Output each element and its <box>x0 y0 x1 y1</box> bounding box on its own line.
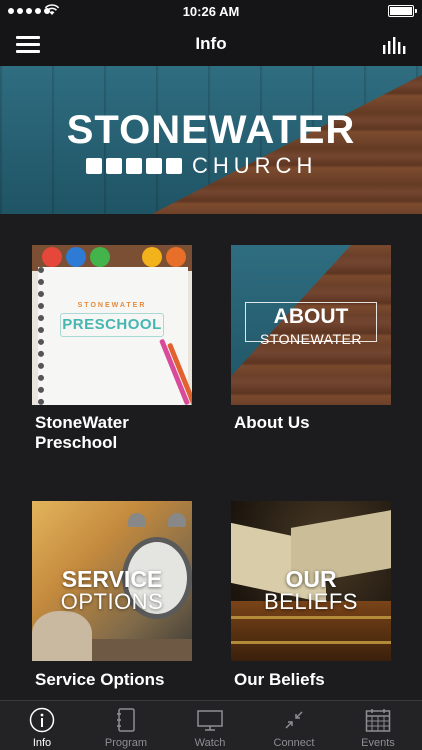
tab-watch[interactable]: Watch <box>168 701 252 750</box>
tab-bar: Info Program Watch Connect Events <box>0 700 422 750</box>
status-time: 10:26 AM <box>182 4 240 19</box>
page-title: Info <box>195 34 227 53</box>
about-image-subtitle: STONEWATER <box>260 331 362 347</box>
tab-watch-label: Watch <box>194 737 226 749</box>
paint-jar-icon <box>90 247 110 267</box>
status-bar: 10:26 AM <box>0 0 422 22</box>
tab-connect[interactable]: Connect <box>252 701 336 750</box>
tab-events-label: Events <box>361 737 395 749</box>
navigation-bar: Info <box>0 22 422 66</box>
tile-service-label[interactable]: Service Options <box>35 670 215 690</box>
tab-info[interactable]: Info <box>0 701 84 750</box>
service-image-subtitle: OPTIONS <box>60 589 164 614</box>
church-banner: STONEWATER <box>0 66 422 214</box>
brand-square-icon <box>166 158 182 174</box>
tile-about-image[interactable]: ABOUT STONEWATER <box>231 245 391 405</box>
beliefs-image-subtitle: BELIEFS <box>264 589 358 614</box>
battery-icon <box>388 5 417 17</box>
tile-about-label[interactable]: About Us <box>234 413 414 433</box>
calendar-icon <box>365 709 391 732</box>
audio-bars-icon[interactable] <box>382 36 408 54</box>
brand-square-icon <box>86 158 102 174</box>
preschool-image-brand: STONEWATER <box>77 302 147 309</box>
tab-program-label: Program <box>104 737 148 749</box>
brand-square-icon <box>106 158 122 174</box>
tile-preschool-label[interactable]: StoneWater Preschool <box>35 413 215 453</box>
paint-jar-icon <box>66 247 86 267</box>
banner-brand-primary: STONEWATER <box>66 108 356 152</box>
clock-bell-icon <box>128 513 146 527</box>
tab-program[interactable]: Program <box>84 701 168 750</box>
brand-square-icon <box>146 158 162 174</box>
notebook-icon <box>117 708 135 732</box>
paint-jar-icon <box>142 247 162 267</box>
brand-square-icon <box>126 158 142 174</box>
clock-bell-icon <box>168 513 186 527</box>
info-icon <box>29 707 55 733</box>
tile-beliefs-image[interactable]: OUR BELIEFS <box>231 501 391 661</box>
gold-band <box>231 616 391 619</box>
banner-brand-secondary: CHURCH <box>192 153 318 178</box>
tab-events[interactable]: Events <box>336 701 420 750</box>
tab-info-label: Info <box>32 737 52 749</box>
about-image-title: ABOUT <box>273 305 349 328</box>
tile-beliefs-label[interactable]: Our Beliefs <box>234 670 414 690</box>
paint-jar-icon <box>42 247 62 267</box>
sack-shape <box>32 611 92 661</box>
gold-band <box>231 641 391 644</box>
arrows-inward-icon <box>285 711 303 729</box>
banner-brand-row: CHURCH <box>86 153 318 178</box>
tab-connect-label: Connect <box>273 737 315 749</box>
tile-service-image[interactable]: SERVICE OPTIONS <box>32 501 192 661</box>
monitor-icon <box>197 710 223 731</box>
tile-preschool-image[interactable]: STONEWATER PRESCHOOL <box>32 245 192 405</box>
paint-jar-icon <box>166 247 186 267</box>
preschool-image-title: PRESCHOOL <box>60 313 164 337</box>
